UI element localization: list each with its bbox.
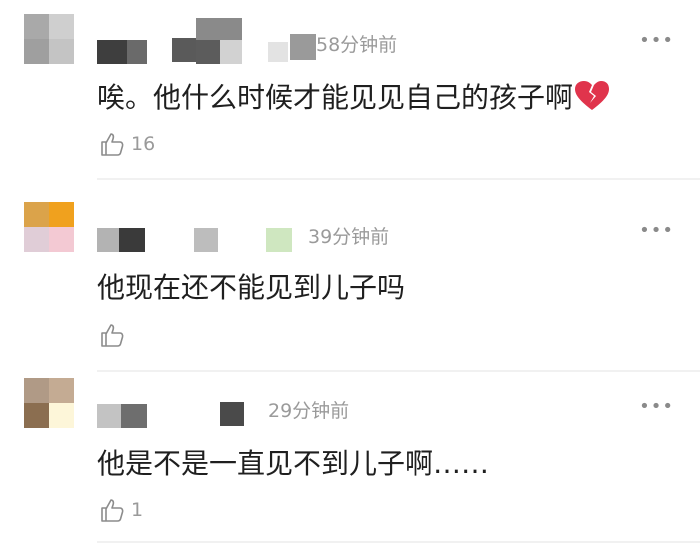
like-count: 1 xyxy=(131,499,144,521)
username-blurred[interactable] xyxy=(127,40,147,64)
username-blurred[interactable] xyxy=(220,40,242,64)
divider xyxy=(97,370,700,372)
avatar-pixel xyxy=(24,378,49,403)
like-count: 16 xyxy=(131,133,156,155)
username-blurred[interactable] xyxy=(220,402,244,426)
more-options-button[interactable]: ••• xyxy=(639,30,674,51)
comment-text: 唉。他什么时候才能见见自己的孩子啊 xyxy=(97,76,610,116)
avatar[interactable] xyxy=(24,202,74,252)
username-blurred[interactable] xyxy=(97,40,127,64)
avatar-pixel xyxy=(49,202,74,227)
avatar-pixel xyxy=(24,403,49,428)
username-blurred[interactable] xyxy=(121,404,147,428)
avatar-pixel xyxy=(49,403,74,428)
more-options-button[interactable]: ••• xyxy=(639,220,674,241)
username-blurred[interactable] xyxy=(119,228,145,252)
avatar[interactable] xyxy=(24,378,74,428)
avatar-pixel xyxy=(49,39,74,64)
more-options-button[interactable]: ••• xyxy=(639,396,674,417)
avatar-pixel xyxy=(49,227,74,252)
broken-heart-icon xyxy=(575,81,610,110)
thumbs-up-icon xyxy=(101,324,124,347)
like-button[interactable] xyxy=(99,322,131,348)
comment-text-content: 唉。他什么时候才能见见自己的孩子啊 xyxy=(97,81,574,114)
timestamp: 29分钟前 xyxy=(268,400,350,422)
username-blurred[interactable] xyxy=(194,228,218,252)
like-button[interactable]: 16 xyxy=(99,131,155,157)
thumbs-up-icon xyxy=(101,133,124,156)
avatar-pixel xyxy=(49,14,74,39)
username-blurred[interactable] xyxy=(97,228,119,252)
avatar-pixel xyxy=(24,14,49,39)
comment-text: 他是不是一直见不到儿子啊…… xyxy=(97,447,490,480)
avatar-pixel xyxy=(24,202,49,227)
timestamp: 39分钟前 xyxy=(308,226,390,248)
username-blurred[interactable] xyxy=(196,40,220,64)
avatar-pixel xyxy=(24,39,49,64)
avatar[interactable] xyxy=(24,14,74,64)
username-blurred[interactable] xyxy=(268,42,288,62)
comment-text: 他现在还不能见到儿子吗 xyxy=(97,271,406,304)
username-blurred[interactable] xyxy=(290,34,316,60)
avatar-pixel xyxy=(49,378,74,403)
divider xyxy=(97,178,700,180)
username-blurred[interactable] xyxy=(196,18,242,40)
avatar-pixel xyxy=(24,227,49,252)
divider xyxy=(97,541,700,543)
username-blurred[interactable] xyxy=(266,228,292,252)
username-blurred[interactable] xyxy=(97,404,121,428)
username-blurred[interactable] xyxy=(172,38,196,62)
like-button[interactable]: 1 xyxy=(99,497,143,523)
thumbs-up-icon xyxy=(101,499,124,522)
timestamp: 58分钟前 xyxy=(316,34,398,56)
